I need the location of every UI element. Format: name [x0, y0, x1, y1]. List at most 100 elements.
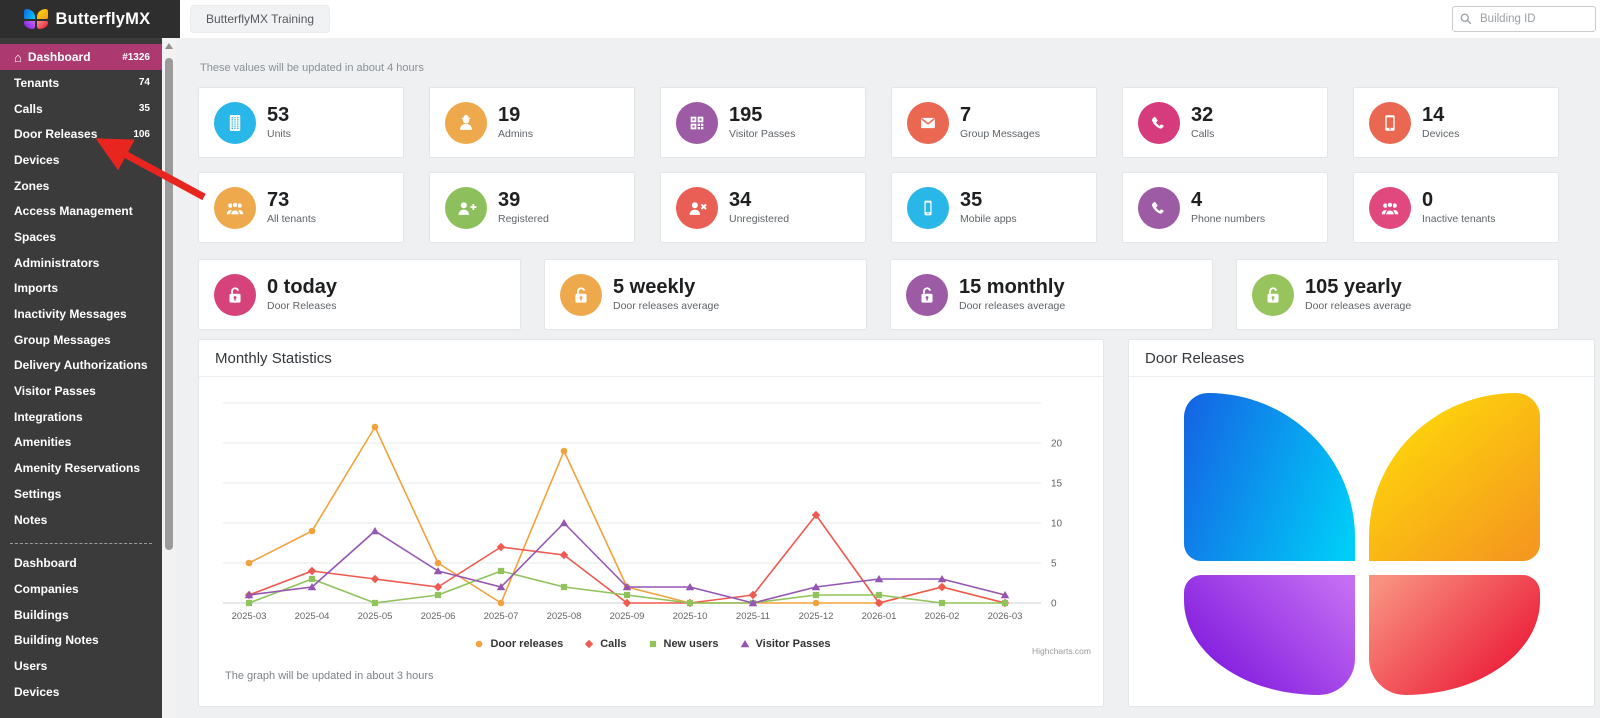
svg-text:2026-02: 2026-02 — [925, 611, 960, 622]
sidebar-item-zones[interactable]: Zones — [0, 173, 162, 199]
sidebar-item-label: Notes — [14, 513, 47, 527]
sidebar-item-amenity-reservations[interactable]: Amenity Reservations — [0, 455, 162, 481]
sidebar-item-label: Imports — [14, 281, 58, 295]
svg-text:2025-07: 2025-07 — [484, 611, 519, 622]
stat-value: 34 — [729, 190, 789, 211]
stat-card-inactive-tenants-0: 0 Inactive tenants — [1353, 172, 1559, 243]
sidebar-item-access-management[interactable]: Access Management — [0, 198, 162, 224]
highcharts-credit[interactable]: Highcharts.com — [1032, 646, 1091, 656]
stat-value: 195 — [729, 105, 795, 126]
door-releases-panel: Door Releases — [1128, 339, 1595, 707]
scrollbar-thumb[interactable] — [165, 58, 173, 550]
stat-label: Visitor Passes — [729, 128, 795, 140]
svg-text:2026-03: 2026-03 — [988, 611, 1023, 622]
sidebar-item-notes[interactable]: Notes — [0, 507, 162, 533]
sidebar-item-group-messages[interactable]: Group Messages — [0, 327, 162, 353]
sidebar-item-label: Calls — [14, 102, 43, 116]
stat-value: 73 — [267, 190, 316, 211]
tenants-icon — [1379, 197, 1401, 219]
sidebar-item-label: Users — [14, 659, 47, 673]
sidebar-item-visitor-passes[interactable]: Visitor Passes — [0, 378, 162, 404]
sidebar-item-admin-building-notes[interactable]: Building Notes — [0, 627, 162, 653]
stat-value: 39 — [498, 190, 549, 211]
stat-label: Door Releases — [267, 300, 337, 312]
stat-label: Units — [267, 128, 291, 140]
legend-item-new-users[interactable]: New users — [647, 638, 719, 650]
tab-butterflymx-training[interactable]: ButterflyMX Training — [190, 5, 330, 33]
sidebar-item-calls[interactable]: Calls35 — [0, 96, 162, 122]
stat-icon-circle — [1369, 102, 1411, 144]
stat-value: 0 today — [267, 277, 337, 298]
svg-text:2025-08: 2025-08 — [547, 611, 582, 622]
sidebar-item-imports[interactable]: Imports — [0, 276, 162, 302]
sidebar-divider — [10, 543, 152, 544]
stat-icon-circle — [214, 274, 256, 316]
sidebar-scrollbar[interactable] — [162, 38, 176, 718]
sidebar-item-administrators[interactable]: Administrators — [0, 250, 162, 276]
sidebar-item-admin-companies[interactable]: Companies — [0, 576, 162, 602]
sidebar-item-tenants[interactable]: Tenants74 — [0, 70, 162, 96]
sidebar-item-admin-users[interactable]: Users — [0, 653, 162, 679]
sidebar-item-label: Spaces — [14, 230, 56, 244]
sidebar-item-door-releases[interactable]: Door Releases106 — [0, 121, 162, 147]
svg-text:2025-11: 2025-11 — [736, 611, 770, 622]
sidebar-item-label: Visitor Passes — [14, 384, 96, 398]
legend-marker-icon — [583, 638, 595, 650]
sidebar-item-label: Devices — [14, 685, 59, 699]
legend-label: New users — [664, 638, 719, 650]
stat-label: Inactive tenants — [1422, 213, 1496, 225]
sidebar-item-dashboard[interactable]: ⌂Dashboard#1326 — [0, 44, 162, 70]
unlock-icon — [1261, 283, 1285, 307]
admin-icon — [455, 112, 477, 134]
unlock-icon — [569, 283, 593, 307]
sidebar-item-label: Group Messages — [14, 333, 111, 347]
sidebar-item-label: Door Releases — [14, 127, 97, 141]
stat-icon-circle — [1252, 274, 1294, 316]
stat-label: Admins — [498, 128, 533, 140]
butterfly-wing-top-left-icon — [1184, 393, 1355, 561]
stat-icon-circle — [214, 102, 256, 144]
stat-label: Door releases average — [613, 300, 719, 312]
sidebar-item-admin-buildings[interactable]: Buildings — [0, 602, 162, 628]
svg-text:15: 15 — [1051, 479, 1063, 490]
chart-body: 051015202025-032025-042025-052025-062025… — [199, 377, 1103, 650]
sidebar-menu-secondary: DashboardCompaniesBuildingsBuilding Note… — [0, 550, 162, 704]
scroll-up-icon[interactable] — [165, 43, 173, 49]
envelope-icon — [917, 112, 939, 134]
brand-title: ButterflyMX — [56, 10, 151, 29]
legend-item-calls[interactable]: Calls — [583, 638, 626, 650]
building-search[interactable] — [1452, 6, 1596, 32]
home-icon: ⌂ — [14, 51, 22, 64]
svg-text:20: 20 — [1051, 439, 1063, 450]
stat-value: 0 — [1422, 190, 1496, 211]
unlock-icon — [223, 283, 247, 307]
stat-card-phone-numbers-4: 4Phone numbers — [1122, 172, 1328, 243]
stat-label: Door releases average — [1305, 300, 1411, 312]
stat-value: 35 — [960, 190, 1017, 211]
legend-label: Visitor Passes — [756, 638, 831, 650]
butterflymx-logo-icon — [24, 9, 48, 29]
svg-text:5: 5 — [1051, 559, 1057, 570]
sidebar-item-admin-dashboard[interactable]: Dashboard — [0, 550, 162, 576]
sidebar-item-delivery-authorizations[interactable]: Delivery Authorizations — [0, 353, 162, 379]
phone-icon — [1148, 112, 1170, 134]
sidebar-item-label: Amenities — [14, 435, 71, 449]
sidebar-item-amenities[interactable]: Amenities — [0, 430, 162, 456]
sidebar-item-settings[interactable]: Settings — [0, 481, 162, 507]
legend-item-door-releases[interactable]: Door releases — [473, 638, 563, 650]
stat-card-door-releases-average-105-yearly: 105 yearlyDoor releases average — [1236, 259, 1559, 330]
sidebar-item-label: Inactivity Messages — [14, 307, 127, 321]
search-input[interactable] — [1478, 12, 1582, 26]
stat-icon-circle — [676, 102, 718, 144]
release-row: 0 todayDoor Releases5 weeklyDoor release… — [198, 259, 1600, 330]
stat-value: 7 — [960, 105, 1040, 126]
legend-item-visitor-passes[interactable]: Visitor Passes — [739, 638, 831, 650]
sidebar-item-integrations[interactable]: Integrations — [0, 404, 162, 430]
sidebar-item-spaces[interactable]: Spaces — [0, 224, 162, 250]
stat-card-admins-19: 19Admins — [429, 87, 635, 158]
sidebar-item-devices[interactable]: Devices — [0, 147, 162, 173]
stat-card-mobile-apps-35: 35Mobile apps — [891, 172, 1097, 243]
sidebar-item-inactivity-messages[interactable]: Inactivity Messages — [0, 301, 162, 327]
stat-row-1: 53Units19Admins195Visitor Passes7Group M… — [198, 87, 1600, 158]
sidebar-item-admin-devices[interactable]: Devices — [0, 679, 162, 705]
